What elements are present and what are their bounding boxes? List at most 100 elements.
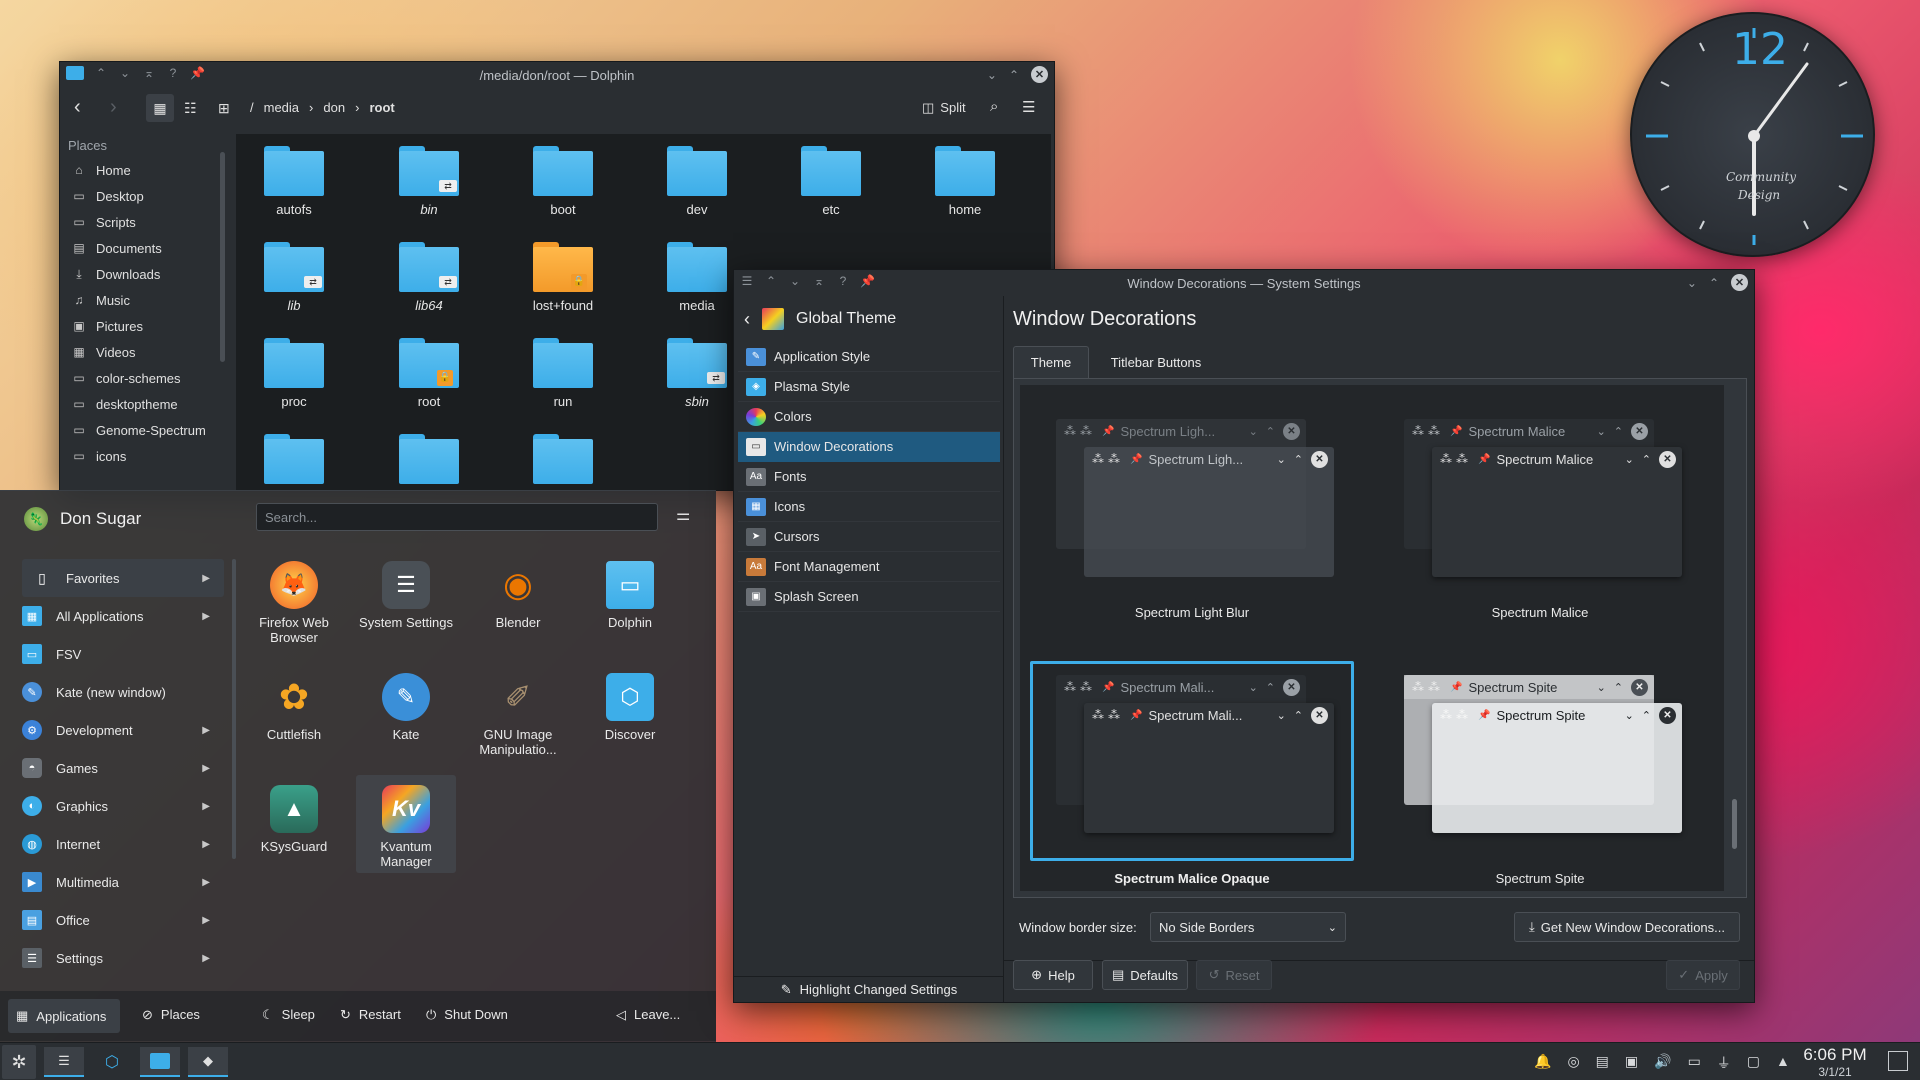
pin-icon[interactable]: 📌	[190, 66, 205, 80]
file-item[interactable]: ⇄ lib64	[374, 242, 484, 313]
search-icon[interactable]: ⌕	[990, 98, 998, 115]
file-item[interactable]: ⇄ bin	[374, 146, 484, 217]
file-item[interactable]: run	[508, 338, 618, 409]
back-button[interactable]: ‹ Global Theme	[744, 304, 994, 334]
help-button[interactable]: ⊕ Help	[1013, 960, 1093, 990]
get-new-decorations-button[interactable]: ⤓ Get New Window Decorations...	[1514, 912, 1740, 942]
device-icon[interactable]: ▣	[1625, 1053, 1638, 1073]
app-blender[interactable]: ◉ Blender	[468, 561, 568, 630]
cat-window-decorations[interactable]: ▭ Window Decorations	[738, 432, 1000, 462]
minimize-icon[interactable]: ⌄	[1687, 276, 1697, 290]
app-firefox[interactable]: 🦊 Firefox Web Browser	[244, 561, 344, 645]
highlight-changed-button[interactable]: ✎ Highlight Changed Settings	[734, 976, 1004, 1002]
keep-below-icon[interactable]: ⌄	[788, 274, 802, 288]
app-gimp[interactable]: ✐ GNU Image Manipulatio...	[468, 673, 568, 757]
place-videos[interactable]: ▦ Videos	[60, 339, 230, 365]
place-downloads[interactable]: ⤓ Downloads	[60, 261, 230, 287]
cat-icons[interactable]: ▦ Icons	[738, 492, 1000, 522]
decorations-scrollbar[interactable]	[1732, 799, 1737, 849]
category-games[interactable]: ◓ Games ▶	[12, 749, 224, 787]
apply-button[interactable]: ✓ Apply	[1666, 960, 1740, 990]
back-icon[interactable]: ‹	[74, 96, 81, 119]
help-icon[interactable]: ?	[836, 274, 850, 288]
decoration-item[interactable]: ⁂⁂ 📌 Spectrum Ligh... ⌄ ⌃ ✕ ⁂⁂ 📌 Spectrum Ligh.…	[1030, 405, 1354, 635]
app-cuttlefish[interactable]: ✿ Cuttlefish	[244, 673, 344, 742]
place-color-schemes[interactable]: ▭ color-schemes	[60, 365, 230, 391]
cat-plasma-style[interactable]: ◈ Plasma Style	[738, 372, 1000, 402]
category-scrollbar[interactable]	[232, 559, 236, 859]
app-discover[interactable]: ⬡ Discover	[580, 673, 680, 742]
place-documents[interactable]: ▤ Documents	[60, 235, 230, 261]
task-dolphin[interactable]	[140, 1047, 180, 1077]
pin-icon[interactable]: 📌	[860, 274, 875, 288]
place-pictures[interactable]: ▣ Pictures	[60, 313, 230, 339]
file-item[interactable]: home	[910, 146, 1020, 217]
close-icon[interactable]: ✕	[1031, 66, 1048, 83]
search-input[interactable]: Search...	[256, 503, 658, 531]
keep-above-icon[interactable]: ⌃	[94, 66, 108, 80]
category-multimedia[interactable]: ▶ Multimedia ▶	[12, 863, 224, 901]
file-item[interactable]: ⇄ lib	[239, 242, 349, 313]
app-dolphin[interactable]: ▭ Dolphin	[580, 561, 680, 630]
details-view-icon[interactable]: ⊞	[218, 100, 230, 117]
battery-icon[interactable]: ▭	[1688, 1053, 1701, 1073]
decoration-item[interactable]: ⁂⁂ 📌 Spectrum Malice ⌄ ⌃ ✕ ⁂⁂ 📌 Spectrum Malice…	[1378, 405, 1702, 635]
category-kate-new-window[interactable]: ✎ Kate (new window)	[12, 673, 224, 711]
breadcrumb-don[interactable]: don	[323, 100, 345, 115]
maximize-icon[interactable]: ⌃	[1709, 276, 1719, 290]
user-avatar[interactable]: 🦎	[24, 507, 48, 531]
hamburger-menu-icon[interactable]: ☰	[1022, 98, 1035, 116]
places-tab[interactable]: ⊘ Places	[142, 1007, 200, 1023]
task-system-settings[interactable]: ☰	[44, 1047, 84, 1077]
network-icon[interactable]: ◎	[1567, 1053, 1579, 1073]
file-item[interactable]: boot	[508, 146, 618, 217]
cat-fonts[interactable]: Aa Fonts	[738, 462, 1000, 492]
file-item[interactable]	[374, 434, 484, 484]
file-item[interactable]: 🔒 lost+found	[508, 242, 618, 313]
forward-icon[interactable]: ›	[110, 96, 117, 119]
category-settings[interactable]: ☰ Settings ▶	[12, 939, 224, 977]
minimize-icon[interactable]: ⌄	[987, 68, 997, 82]
settings-titlebar[interactable]: ☰ ⌃ ⌄ ⌅ ? 📌 Window Decorations — System …	[734, 270, 1754, 296]
breadcrumb-media[interactable]: media	[264, 100, 299, 115]
taskbar-time[interactable]: 6:06 PM	[1800, 1045, 1870, 1065]
category-all-applications[interactable]: ▦ All Applications ▶	[12, 597, 224, 635]
file-item[interactable]	[239, 434, 349, 484]
usb-icon[interactable]: ⏚	[1717, 1053, 1731, 1073]
decoration-item-selected[interactable]: ⁂⁂ 📌 Spectrum Mali... ⌄ ⌃ ✕ ⁂⁂ 📌 Spectrum Mali.…	[1030, 661, 1354, 891]
display-icon[interactable]: ▢	[1747, 1053, 1760, 1073]
dolphin-titlebar[interactable]: ⌃ ⌄ ⌅ ? 📌 /media/don/root — Dolphin ⌄ ⌃ …	[60, 62, 1054, 88]
volume-icon[interactable]: 🔊	[1654, 1053, 1671, 1073]
breadcrumb-root[interactable]: /	[250, 100, 254, 115]
settings-app-icon[interactable]: ☰	[740, 274, 754, 288]
cat-colors[interactable]: Colors	[738, 402, 1000, 432]
category-internet[interactable]: ◍ Internet ▶	[12, 825, 224, 863]
file-item[interactable]: autofs	[239, 146, 349, 217]
place-home[interactable]: ⌂ Home	[60, 157, 230, 183]
show-desktop-button[interactable]	[1888, 1051, 1908, 1071]
leave-button[interactable]: ◁ Leave...	[616, 1007, 680, 1023]
compact-view-icon[interactable]: ☷	[184, 100, 197, 117]
decoration-item[interactable]: ⁂⁂ 📌 Spectrum Spite ⌄ ⌃ ✕ ⁂⁂ 📌 Spectrum Spite ⌄ ⌃…	[1378, 661, 1702, 891]
applications-tab[interactable]: ▦ Applications	[8, 999, 120, 1033]
maximize-icon[interactable]: ⌃	[1009, 68, 1019, 82]
file-item[interactable]: dev	[642, 146, 752, 217]
sleep-button[interactable]: ☾ Sleep	[262, 1007, 315, 1023]
category-favorites[interactable]: ▯ Favorites ▶	[22, 559, 224, 597]
shade-icon[interactable]: ⌅	[142, 66, 156, 80]
dolphin-app-icon[interactable]	[66, 66, 84, 80]
clipboard-icon[interactable]: ▤	[1596, 1053, 1609, 1073]
file-item[interactable]: etc	[776, 146, 886, 217]
place-icons[interactable]: ▭ icons	[60, 443, 230, 469]
category-development[interactable]: ⚙ Development ▶	[12, 711, 224, 749]
reset-button[interactable]: ↺ Reset	[1196, 960, 1272, 990]
place-genome-spectrum[interactable]: ▭ Genome-Spectrum	[60, 417, 230, 443]
task-other[interactable]: ◆	[188, 1047, 228, 1077]
app-kvantum-manager[interactable]: Kv Kvantum Manager	[356, 775, 456, 873]
app-kate[interactable]: ✎ Kate	[356, 673, 456, 742]
keep-below-icon[interactable]: ⌄	[118, 66, 132, 80]
launcher-button[interactable]: ✲	[2, 1045, 36, 1079]
task-discover[interactable]: ⬡	[92, 1047, 132, 1077]
place-desktop[interactable]: ▭ Desktop	[60, 183, 230, 209]
help-icon[interactable]: ?	[166, 66, 180, 80]
